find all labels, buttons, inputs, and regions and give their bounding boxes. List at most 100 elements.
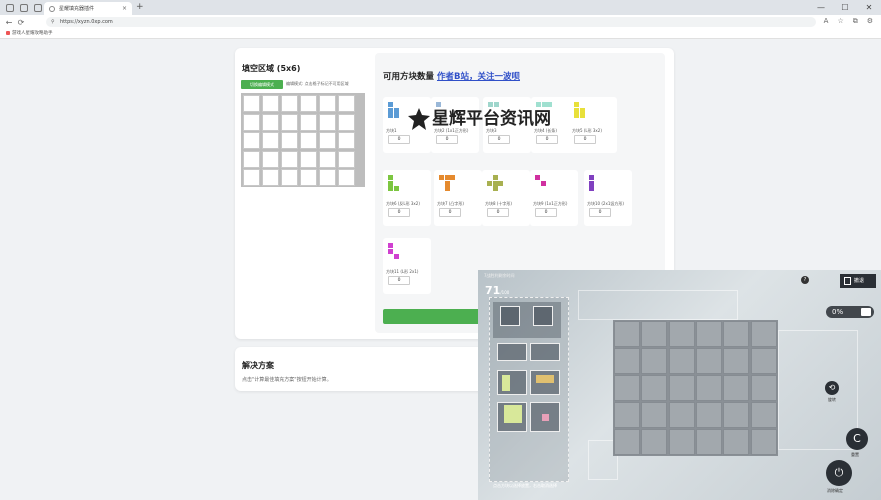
fill-grid-cell[interactable] bbox=[281, 169, 298, 186]
game-board-cell[interactable] bbox=[614, 429, 640, 455]
fill-grid-cell[interactable] bbox=[300, 150, 317, 168]
calculate-button[interactable] bbox=[383, 309, 483, 324]
exit-button[interactable]: 撤退 bbox=[840, 274, 876, 288]
piece-count-input[interactable]: 0 bbox=[536, 135, 558, 144]
game-board-cell[interactable] bbox=[641, 429, 668, 455]
piece-count-input[interactable]: 0 bbox=[388, 135, 410, 144]
help-icon[interactable]: ? bbox=[801, 276, 809, 284]
fill-grid-cell[interactable] bbox=[281, 113, 298, 131]
game-piece-l[interactable] bbox=[502, 375, 510, 391]
bookmark-item[interactable]: 游戏人星耀攻略助手 bbox=[12, 31, 53, 36]
edit-mode-button[interactable]: 切换编辑模式 bbox=[241, 80, 283, 89]
browser-tab-active[interactable]: 星耀填充器插件 × bbox=[44, 2, 132, 15]
favorite-star-icon[interactable]: ☆ bbox=[837, 17, 843, 26]
game-slot-3[interactable] bbox=[497, 343, 527, 361]
fill-grid-cell[interactable] bbox=[281, 95, 298, 112]
game-piece-t[interactable] bbox=[536, 375, 554, 383]
reset-button[interactable]: C bbox=[846, 428, 868, 450]
fill-grid-cell[interactable] bbox=[262, 95, 279, 112]
reader-icon[interactable]: A bbox=[824, 17, 829, 26]
game-board-cell[interactable] bbox=[614, 321, 640, 347]
new-tab-button[interactable]: + bbox=[136, 2, 144, 12]
game-board-cell[interactable] bbox=[723, 429, 750, 455]
game-board-cell[interactable] bbox=[723, 375, 750, 401]
url-field[interactable]: ⚲ https://xyzn.0xp.com bbox=[46, 17, 816, 27]
settings-icon[interactable]: ⚙ bbox=[867, 17, 873, 26]
fill-grid-cell[interactable] bbox=[243, 95, 260, 112]
game-board-cell[interactable] bbox=[641, 321, 668, 347]
minimize-button[interactable]: — bbox=[809, 0, 833, 15]
game-slot-2[interactable] bbox=[533, 306, 553, 326]
game-board-cell[interactable] bbox=[750, 402, 777, 428]
game-board-cell[interactable] bbox=[695, 348, 722, 374]
game-board-cell[interactable] bbox=[641, 402, 668, 428]
fill-grid-cell[interactable] bbox=[319, 132, 336, 149]
fill-grid-cell[interactable] bbox=[281, 150, 298, 168]
rotate-icon[interactable]: ⟲ bbox=[825, 381, 839, 395]
fill-grid-cell[interactable] bbox=[262, 113, 279, 131]
close-window-button[interactable]: ✕ bbox=[857, 0, 881, 15]
fill-grid-cell[interactable] bbox=[338, 95, 355, 112]
game-piece-cross[interactable] bbox=[504, 405, 522, 423]
piece-count-input[interactable]: 0 bbox=[488, 135, 510, 144]
game-board-cell[interactable] bbox=[723, 348, 750, 374]
fill-grid-cell[interactable] bbox=[262, 150, 279, 168]
piece-count-input[interactable]: 0 bbox=[388, 208, 410, 217]
fill-grid-cell[interactable] bbox=[338, 150, 355, 168]
author-link[interactable]: 作者B站，关注一波呗 bbox=[437, 72, 520, 82]
piece-count-input[interactable]: 0 bbox=[589, 208, 611, 217]
fill-grid-cell[interactable] bbox=[319, 150, 336, 168]
confirm-button[interactable]: ⏻ bbox=[826, 460, 852, 486]
piece-count-input[interactable]: 0 bbox=[439, 208, 461, 217]
fill-grid-cell[interactable] bbox=[262, 132, 279, 149]
tab-group-icon[interactable] bbox=[20, 3, 28, 12]
game-slot-1[interactable] bbox=[500, 306, 520, 326]
fill-grid-cell[interactable] bbox=[338, 113, 355, 131]
fill-grid-cell[interactable] bbox=[300, 95, 317, 112]
fill-grid-cell[interactable] bbox=[300, 113, 317, 131]
reload-button[interactable]: ⟳ bbox=[15, 18, 27, 27]
browser-menu-icon[interactable] bbox=[6, 3, 14, 12]
game-board-cell[interactable] bbox=[614, 402, 640, 428]
game-board-cell[interactable] bbox=[695, 429, 722, 455]
fill-grid-cell[interactable] bbox=[319, 169, 336, 186]
tab-close-icon[interactable]: × bbox=[122, 5, 127, 12]
game-board-cell[interactable] bbox=[750, 429, 777, 455]
game-board-cell[interactable] bbox=[614, 348, 640, 374]
piece-count-input[interactable]: 0 bbox=[574, 135, 596, 144]
fill-grid-cell[interactable] bbox=[300, 132, 317, 149]
game-board-cell[interactable] bbox=[614, 375, 640, 401]
fill-grid-cell[interactable] bbox=[338, 132, 355, 149]
game-board-cell[interactable] bbox=[750, 348, 777, 374]
game-board-cell[interactable] bbox=[668, 375, 695, 401]
game-board-cell[interactable] bbox=[750, 375, 777, 401]
fill-grid-cell[interactable] bbox=[319, 95, 336, 112]
game-board-cell[interactable] bbox=[668, 402, 695, 428]
maximize-button[interactable]: ☐ bbox=[833, 0, 857, 15]
game-piece-square[interactable] bbox=[542, 414, 549, 421]
fill-grid-cell[interactable] bbox=[319, 113, 336, 131]
game-board-cell[interactable] bbox=[695, 402, 722, 428]
fill-grid-cell[interactable] bbox=[262, 169, 279, 186]
game-board-cell[interactable] bbox=[750, 321, 777, 347]
piece-count-input[interactable]: 0 bbox=[388, 276, 410, 285]
game-board-cell[interactable] bbox=[668, 429, 695, 455]
game-board-cell[interactable] bbox=[641, 375, 668, 401]
fill-grid-cell[interactable] bbox=[243, 132, 260, 149]
piece-count-input[interactable]: 0 bbox=[436, 135, 458, 144]
game-board-cell[interactable] bbox=[668, 348, 695, 374]
fill-grid-cell[interactable] bbox=[243, 169, 260, 186]
game-board-cell[interactable] bbox=[668, 321, 695, 347]
tab-list-icon[interactable] bbox=[34, 3, 42, 12]
game-board-cell[interactable] bbox=[695, 321, 722, 347]
fill-grid-cell[interactable] bbox=[243, 150, 260, 168]
game-board-cell[interactable] bbox=[723, 321, 750, 347]
game-slot-4[interactable] bbox=[530, 343, 560, 361]
game-board-cell[interactable] bbox=[695, 375, 722, 401]
back-button[interactable]: ← bbox=[3, 18, 15, 27]
piece-count-input[interactable]: 0 bbox=[487, 208, 509, 217]
fill-grid-cell[interactable] bbox=[243, 113, 260, 131]
fill-grid-cell[interactable] bbox=[300, 169, 317, 186]
game-board-cell[interactable] bbox=[641, 348, 668, 374]
fill-grid-cell[interactable] bbox=[338, 169, 355, 186]
